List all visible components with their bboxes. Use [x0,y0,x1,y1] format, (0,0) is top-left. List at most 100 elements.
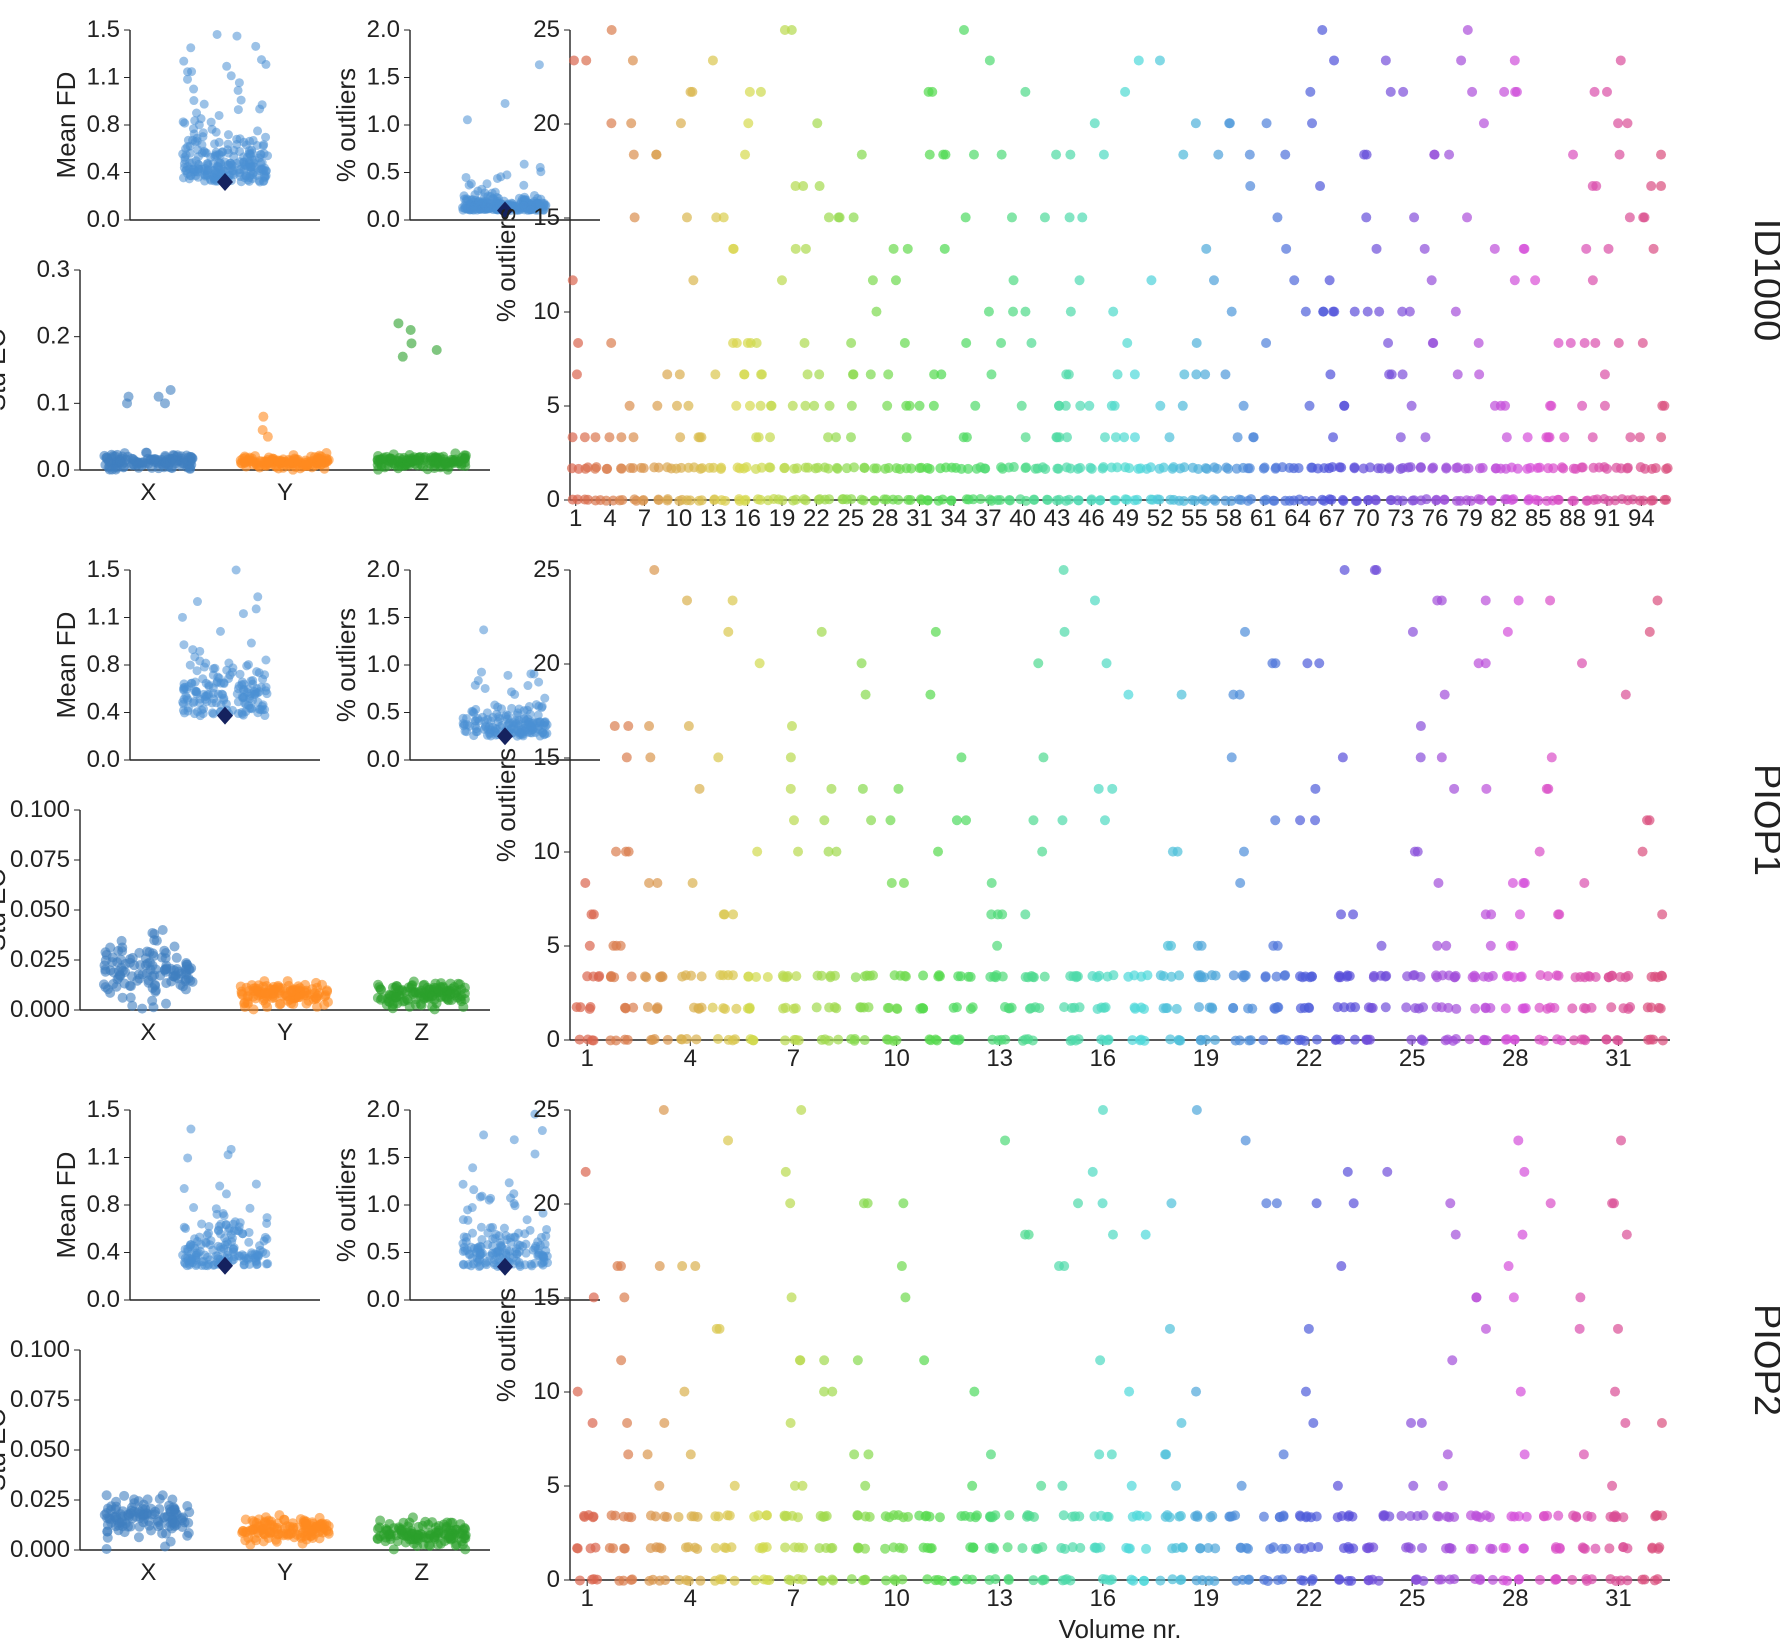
vol-point-high [991,972,1001,982]
vol-point-high [935,1512,945,1522]
vol-point [1095,1543,1105,1553]
vol-point [1098,464,1108,474]
swarm-point [510,1135,519,1144]
swarm-point [252,1180,261,1189]
vol-point [784,1575,794,1585]
vol-point [934,496,944,506]
vol-point [1003,1542,1013,1552]
vol-point [849,462,859,472]
svg-text:0: 0 [547,486,560,513]
vol-point-high [682,212,692,222]
vol-point-high [1481,658,1491,668]
swarm-point [215,1182,224,1191]
vol-point-high [1213,150,1223,160]
vol-point [606,1035,616,1045]
vol-point [824,494,834,504]
vol-point-high [629,150,639,160]
vol-point-high [1571,972,1581,982]
svg-text:85: 85 [1525,505,1552,532]
vol-point-high [1508,878,1518,888]
outliers-by-volume-big-1: 0510152025% outliers1471013161922252831 [491,556,1670,1072]
vol-point [1569,496,1579,506]
vol-point-high [1280,150,1290,160]
swarm-point [190,652,199,661]
vol-point-high [581,55,591,65]
vol-point [1007,1003,1017,1013]
swarm-point [217,690,226,699]
vol-point-high [690,1261,700,1271]
vol-point [993,495,1003,505]
vol-point-high [1130,369,1140,379]
vol-point-high [1336,909,1346,919]
swarm-point [514,1229,523,1238]
vol-point-high [616,1355,626,1365]
vol-point [1519,1543,1529,1553]
vol-point [1363,1035,1373,1045]
ec-point [138,969,148,979]
vol-point-high [745,401,755,411]
vol-point-high [1028,815,1038,825]
vol-point-high [1020,307,1030,317]
swarm-point [197,140,206,149]
vol-point-high [927,87,937,97]
ec-x-tick: Y [277,1019,293,1046]
vol-point-high [1075,275,1085,285]
swarm-point [199,128,208,137]
ec-point [161,999,171,1009]
swarm-point [251,690,260,699]
vol-point-high [1163,941,1173,951]
vol-point-high [628,55,638,65]
vol-point-high [1220,369,1230,379]
vol-point-high [1504,1261,1514,1271]
vol-point [682,495,692,505]
vol-point-high [756,369,766,379]
vol-point [1338,495,1348,505]
ec-point [118,993,128,1003]
vol-point-high [1398,87,1408,97]
vol-point-high [688,878,698,888]
vol-point-high [986,369,996,379]
vol-point-high [866,815,876,825]
svg-text:22: 22 [803,505,830,532]
ec-point [102,452,112,462]
swarm-point [473,714,482,723]
vol-point [1589,495,1599,505]
swarm-point [491,1234,500,1243]
svg-text:0.5: 0.5 [367,159,400,186]
swarm-point [462,173,471,182]
vol-point [960,1511,970,1521]
vol-point-high [630,212,640,222]
vol-point [648,1035,658,1045]
vol-point-high [1417,1418,1427,1428]
vol-point-high [786,784,796,794]
swarm-point [538,1126,547,1135]
vol-point-high [1094,784,1104,794]
vol-point-high [1620,1418,1630,1428]
swarm-point [478,1192,487,1201]
swarm-point [261,1233,270,1242]
vol-point [1304,1003,1314,1013]
vol-point-high [1519,244,1529,254]
vol-point-high [1657,1418,1667,1428]
swarm-point [527,1261,536,1270]
svg-text:15: 15 [533,1284,560,1311]
vol-point-high [861,690,871,700]
ec-point [148,948,158,958]
vol-point [1087,494,1097,504]
vol-point-high [789,815,799,825]
vol-point-high [1073,1198,1083,1208]
vol-point [1605,1574,1615,1584]
vol-point [1346,1002,1356,1012]
vol-point-high [800,401,810,411]
vol-point-high [1447,1355,1457,1365]
vol-point-high [809,401,819,411]
vol-point-high [1066,307,1076,317]
swarm-point [483,708,492,717]
vol-point [1465,1034,1475,1044]
vol-point [1096,1511,1106,1521]
vol-point-high [1261,338,1271,348]
vol-point [860,1544,870,1554]
vol-point-high [857,150,867,160]
vol-point [1416,495,1426,505]
vol-point-high [1359,150,1369,160]
